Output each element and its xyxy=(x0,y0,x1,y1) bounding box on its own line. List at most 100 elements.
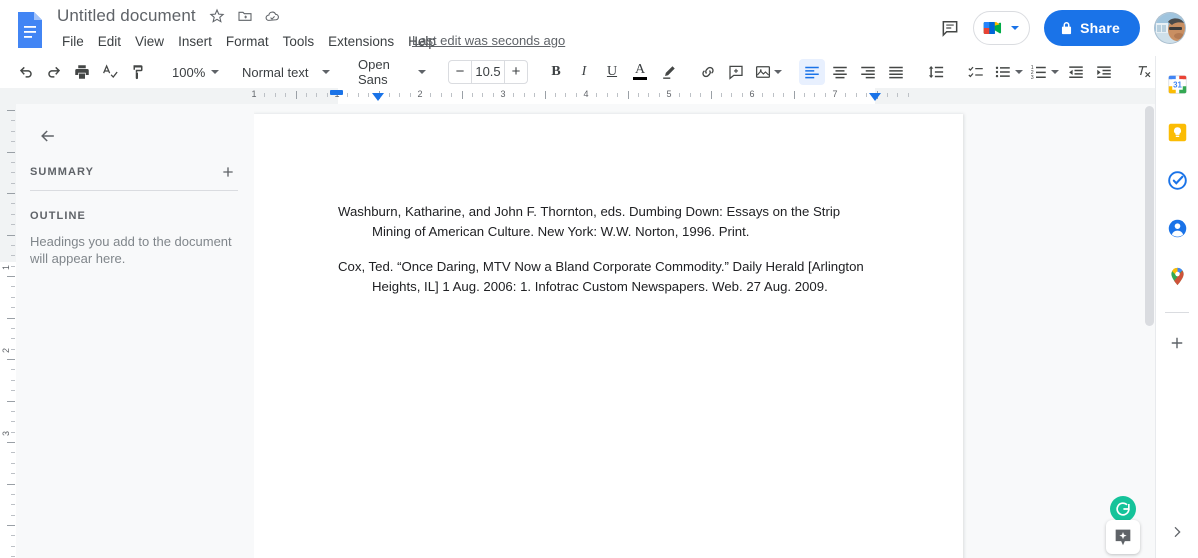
undo-button[interactable] xyxy=(13,59,39,85)
add-summary-button[interactable] xyxy=(216,160,240,184)
vertical-ruler-tick xyxy=(11,161,15,163)
insert-image-button[interactable] xyxy=(751,59,785,85)
google-calendar-icon[interactable]: 31 xyxy=(1161,68,1193,100)
add-side-panel-app-button[interactable] xyxy=(1161,327,1193,359)
align-justify-button[interactable] xyxy=(883,59,909,85)
menu-view[interactable]: View xyxy=(128,32,171,51)
first-line-indent-marker[interactable] xyxy=(372,93,384,101)
document-scrollbar-thumb[interactable] xyxy=(1145,106,1154,326)
ruler-tick xyxy=(523,93,525,97)
ruler-tick xyxy=(866,93,868,97)
document-body[interactable]: Washburn, Katharine, and John F. Thornto… xyxy=(338,202,878,312)
citation-entry[interactable]: Washburn, Katharine, and John F. Thornto… xyxy=(338,202,878,241)
ruler-tick xyxy=(772,93,774,97)
bulleted-list-button[interactable] xyxy=(991,59,1025,85)
ruler-tick xyxy=(596,93,598,97)
vertical-ruler-tick xyxy=(7,359,15,360)
horizontal-ruler[interactable]: 11234567 xyxy=(0,88,1155,104)
google-meet-button[interactable] xyxy=(973,11,1031,45)
ruler-tick xyxy=(575,93,577,97)
vertical-ruler-number: 2 xyxy=(1,347,11,353)
citation-entry[interactable]: Cox, Ted. “Once Daring, MTV Now a Bland … xyxy=(338,257,878,296)
ruler-tick xyxy=(565,93,567,97)
google-tasks-icon[interactable] xyxy=(1161,164,1193,196)
document-title[interactable]: Untitled document xyxy=(55,5,198,27)
text-color-button[interactable]: A xyxy=(627,59,653,85)
bold-button[interactable]: B xyxy=(543,59,569,85)
ruler-tick xyxy=(689,93,691,97)
explore-button[interactable] xyxy=(1106,520,1140,554)
ruler-tick xyxy=(316,93,318,97)
font-size-input[interactable]: 10.5 xyxy=(471,61,505,83)
italic-button[interactable]: I xyxy=(571,59,597,85)
paragraph-style-dropdown[interactable]: Normal text xyxy=(234,59,338,85)
header-actions: Share xyxy=(933,0,1198,56)
user-avatar[interactable] xyxy=(1154,12,1186,44)
google-contacts-icon[interactable] xyxy=(1161,212,1193,244)
increase-indent-button[interactable] xyxy=(1091,59,1117,85)
google-docs-logo-icon[interactable] xyxy=(14,10,46,50)
vertical-ruler[interactable]: 1 2 3 xyxy=(0,104,16,558)
vertical-ruler-tick xyxy=(11,514,15,516)
menu-edit[interactable]: Edit xyxy=(91,32,128,51)
comment-history-icon[interactable] xyxy=(933,11,967,45)
right-indent-marker[interactable] xyxy=(869,93,881,101)
vertical-ruler-tick xyxy=(11,431,15,433)
left-indent-marker[interactable] xyxy=(330,90,343,95)
font-size-decrease-button[interactable]: − xyxy=(449,61,471,83)
print-button[interactable] xyxy=(69,59,95,85)
font-family-dropdown[interactable]: Open Sans xyxy=(350,57,434,87)
add-comment-button[interactable] xyxy=(723,59,749,85)
paint-format-button[interactable] xyxy=(125,59,151,85)
cloud-saved-icon[interactable] xyxy=(264,7,282,25)
ruler-tick xyxy=(845,93,847,97)
star-icon[interactable] xyxy=(208,7,226,25)
menu-extensions[interactable]: Extensions xyxy=(321,32,401,51)
ruler-number: 5 xyxy=(666,89,672,99)
menu-format[interactable]: Format xyxy=(219,32,276,51)
vertical-ruler-tick xyxy=(11,307,15,309)
document-page[interactable]: Washburn, Katharine, and John F. Thornto… xyxy=(254,114,963,558)
menu-insert[interactable]: Insert xyxy=(171,32,219,51)
spellcheck-button[interactable] xyxy=(97,59,123,85)
google-keep-icon[interactable] xyxy=(1161,116,1193,148)
vertical-ruler-tick xyxy=(11,462,15,464)
align-right-button[interactable] xyxy=(855,59,881,85)
document-title-row: Untitled document xyxy=(55,5,282,27)
underline-button[interactable]: U xyxy=(599,59,625,85)
app-header: Untitled document File Edit View Insert … xyxy=(0,0,1198,56)
grammarly-icon[interactable] xyxy=(1110,496,1136,522)
close-outline-button[interactable] xyxy=(32,120,64,152)
clear-formatting-button[interactable] xyxy=(1131,59,1157,85)
font-family-value: Open Sans xyxy=(358,57,390,87)
ruler-tick xyxy=(720,93,722,97)
vertical-ruler-tick xyxy=(11,172,15,174)
checklist-button[interactable] xyxy=(963,59,989,85)
ruler-tick xyxy=(783,93,785,97)
line-spacing-button[interactable] xyxy=(923,59,949,85)
decrease-indent-button[interactable] xyxy=(1063,59,1089,85)
move-to-folder-icon[interactable] xyxy=(236,7,254,25)
numbered-list-button[interactable]: 1 2 3 xyxy=(1027,59,1061,85)
menu-tools[interactable]: Tools xyxy=(276,32,322,51)
chevron-down-icon[interactable] xyxy=(1011,26,1020,30)
insert-link-button[interactable] xyxy=(695,59,721,85)
menu-file[interactable]: File xyxy=(55,32,91,51)
align-center-button[interactable] xyxy=(827,59,853,85)
share-button[interactable]: Share xyxy=(1044,10,1140,46)
align-left-button[interactable] xyxy=(799,59,825,85)
ruler-number: 7 xyxy=(832,89,838,99)
ruler-tick xyxy=(482,93,484,97)
vertical-ruler-tick xyxy=(11,244,15,246)
ruler-tick xyxy=(285,93,287,97)
last-edit-status[interactable]: Last edit was seconds ago xyxy=(412,33,565,48)
vertical-ruler-tick xyxy=(7,525,15,526)
zoom-dropdown[interactable]: 100% xyxy=(164,59,222,85)
expand-side-panel-button[interactable] xyxy=(1163,518,1191,546)
font-size-increase-button[interactable]: + xyxy=(505,61,527,83)
redo-button[interactable] xyxy=(41,59,67,85)
google-maps-icon[interactable] xyxy=(1161,260,1193,292)
highlight-color-button[interactable] xyxy=(655,59,681,85)
document-canvas[interactable]: Washburn, Katharine, and John F. Thornto… xyxy=(254,104,1155,558)
ruler-tick xyxy=(357,93,359,97)
